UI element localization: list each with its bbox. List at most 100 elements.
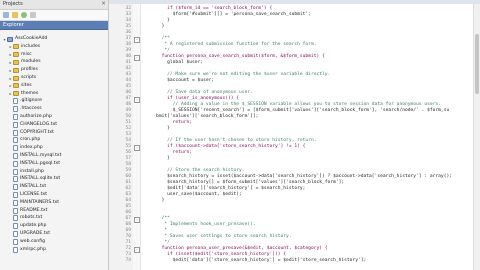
- code-line[interactable]: }: [145, 24, 165, 30]
- tree-file-item[interactable]: LICENSE.txt: [8, 192, 47, 198]
- projects-panel-title: Projects: [3, 1, 23, 7]
- tree-file-item[interactable]: .htaccess: [8, 106, 42, 113]
- tree-item-label: install.php: [20, 168, 44, 174]
- refresh-icon[interactable]: [21, 12, 27, 18]
- tree-item-label: profiles: [21, 67, 38, 73]
- tree-item-label: scripts: [21, 75, 37, 80]
- file-icon: [13, 121, 18, 128]
- file-icon: [13, 153, 18, 159]
- file-icon: [13, 137, 18, 144]
- file-icon: [13, 246, 18, 253]
- scrollbar-thumb[interactable]: [475, 34, 479, 94]
- file-icon: [13, 145, 18, 152]
- file-icon: [13, 98, 18, 105]
- tree-file-item[interactable]: cron.php: [8, 137, 40, 144]
- tree-item-label: INSTALL.pgsql.txt: [20, 160, 61, 166]
- code-line[interactable]: }: [145, 198, 165, 204]
- tree-file-item[interactable]: .gitignore: [8, 98, 42, 105]
- tree-file-item[interactable]: xmlrpc.php: [8, 246, 47, 253]
- fold-toggle-icon[interactable]: -: [134, 246, 140, 253]
- tree-item-label: .htaccess: [20, 106, 42, 112]
- tree-file-item[interactable]: INSTALL.mysql.txt: [8, 153, 61, 159]
- sidebar-toolbar: [0, 10, 108, 21]
- code-line[interactable]: $account = $user;: [145, 78, 214, 84]
- fold-toggle-icon[interactable]: -: [134, 144, 140, 151]
- code-area[interactable]: if ($form_id == 'search_block_form') { $…: [141, 4, 480, 270]
- tree-item-label: INSTALL.txt: [20, 184, 47, 190]
- project-sidebar: Projects × Explorer ▾ AssCookieAdd ▸ includ…: [0, 0, 109, 270]
- fold-toggle-icon[interactable]: -: [134, 96, 140, 103]
- file-icon: [13, 199, 18, 206]
- file-icon: [13, 114, 18, 120]
- tree-folder-item[interactable]: ▸ profiles: [8, 67, 38, 73]
- file-icon: [13, 223, 18, 230]
- tree-folder-item[interactable]: ▸ themes: [8, 91, 38, 97]
- tree-item-label: misc: [21, 51, 32, 57]
- tree-item-label: INSTALL.mysql.txt: [20, 153, 62, 158]
- code-line[interactable]: }: [145, 126, 170, 132]
- file-icon: [13, 168, 18, 175]
- tree-file-item[interactable]: CHANGELOG.txt: [8, 121, 58, 128]
- tree-file-item[interactable]: INSTALL.txt: [8, 184, 47, 191]
- tab-explorer-label: Explorer: [3, 22, 24, 28]
- vertical-scrollbar[interactable]: [473, 4, 480, 270]
- tree-item-label: CHANGELOG.txt: [20, 121, 58, 127]
- file-icon: [13, 207, 18, 214]
- file-icon: [13, 176, 18, 183]
- tree-item-label: web.config: [20, 238, 46, 244]
- tree-file-item[interactable]: install.php: [8, 168, 44, 175]
- tree-item-label: index.php: [20, 145, 43, 151]
- tree-item-label: includes: [21, 43, 41, 49]
- code-line[interactable]: global $user;: [145, 60, 203, 66]
- tree-item-label: README.txt: [20, 207, 48, 213]
- tree-file-item[interactable]: UPGRADE.txt: [8, 231, 50, 237]
- fold-toggle-icon[interactable]: -: [134, 36, 140, 43]
- folder-icon: [13, 91, 19, 97]
- tree-file-item[interactable]: authorize.php: [8, 114, 52, 120]
- fold-toggle-icon[interactable]: -: [134, 216, 140, 223]
- file-icon: [13, 215, 18, 222]
- tree-item-label: authorize.php: [20, 114, 52, 119]
- tree-item-label: sites: [21, 82, 32, 88]
- fold-toggle-icon[interactable]: -: [134, 54, 140, 61]
- tree-file-item[interactable]: robots.txt: [8, 215, 42, 222]
- tab-explorer[interactable]: Explorer: [0, 21, 108, 30]
- projects-panel-header: Projects ×: [0, 0, 108, 10]
- code-line[interactable]: * A registered submission function for t…: [145, 42, 316, 48]
- tree-folder-item[interactable]: ▸ modules: [8, 59, 41, 65]
- project-icon: [7, 36, 13, 42]
- tree-folder-item[interactable]: ▸ misc: [8, 52, 32, 58]
- file-icon: [13, 106, 18, 113]
- line-number-gutter: 32 33 34 35 36 37 38 39 40 41 42 43 44 45 46 47 48 49 50 51…: [109, 4, 134, 270]
- file-tree: ▾ AssCookieAdd ▸ includes ▸ misc ▸ modules ▸ prof…: [0, 36, 108, 270]
- tree-item-label: .gitignore: [20, 98, 42, 104]
- code-editor: 32 33 34 35 36 37 38 39 40 41 42 43 44 45 46 47 48 49 50 51…: [109, 0, 480, 270]
- file-icon: [13, 192, 18, 198]
- tree-item-label: modules: [21, 59, 41, 65]
- tree-folder-item[interactable]: ▸ scripts: [8, 75, 36, 81]
- tree-file-item[interactable]: update.php: [8, 223, 47, 230]
- tree-item-label: COPYRIGHT.txt: [20, 129, 54, 135]
- tree-file-item[interactable]: INSTALL.sqlite.txt: [8, 176, 60, 183]
- tree-file-item[interactable]: INSTALL.pgsql.txt: [8, 160, 61, 167]
- tree-item-label: update.php: [20, 223, 47, 229]
- file-icon: [13, 129, 18, 136]
- tree-item-label: xmlrpc.php: [20, 246, 47, 252]
- tree-file-item[interactable]: README.txt: [8, 207, 48, 214]
- tree-folder-item[interactable]: ▸ sites: [8, 83, 32, 89]
- new-file-icon[interactable]: [3, 12, 9, 18]
- tree-file-item[interactable]: MAINTAINERS.txt: [8, 199, 59, 206]
- tree-file-item[interactable]: index.php: [8, 145, 43, 152]
- tree-item-label: themes: [21, 90, 39, 96]
- code-line[interactable]: $edit['data']['store_search_history'] = …: [145, 258, 367, 264]
- collapse-icon[interactable]: [30, 12, 36, 18]
- tree-file-item[interactable]: web.config: [8, 238, 46, 245]
- file-icon: [13, 160, 18, 167]
- tree-file-item[interactable]: COPYRIGHT.txt: [8, 129, 54, 136]
- folder-icon[interactable]: [12, 12, 18, 18]
- tree-item-label: UPGRADE.txt: [20, 231, 51, 236]
- code-line[interactable]: }: [145, 156, 170, 162]
- tree-folder-item[interactable]: ▸ includes: [8, 44, 40, 50]
- close-icon[interactable]: ×: [101, 0, 106, 7]
- tree-project-item[interactable]: ▾ AssCookieAdd: [2, 36, 47, 42]
